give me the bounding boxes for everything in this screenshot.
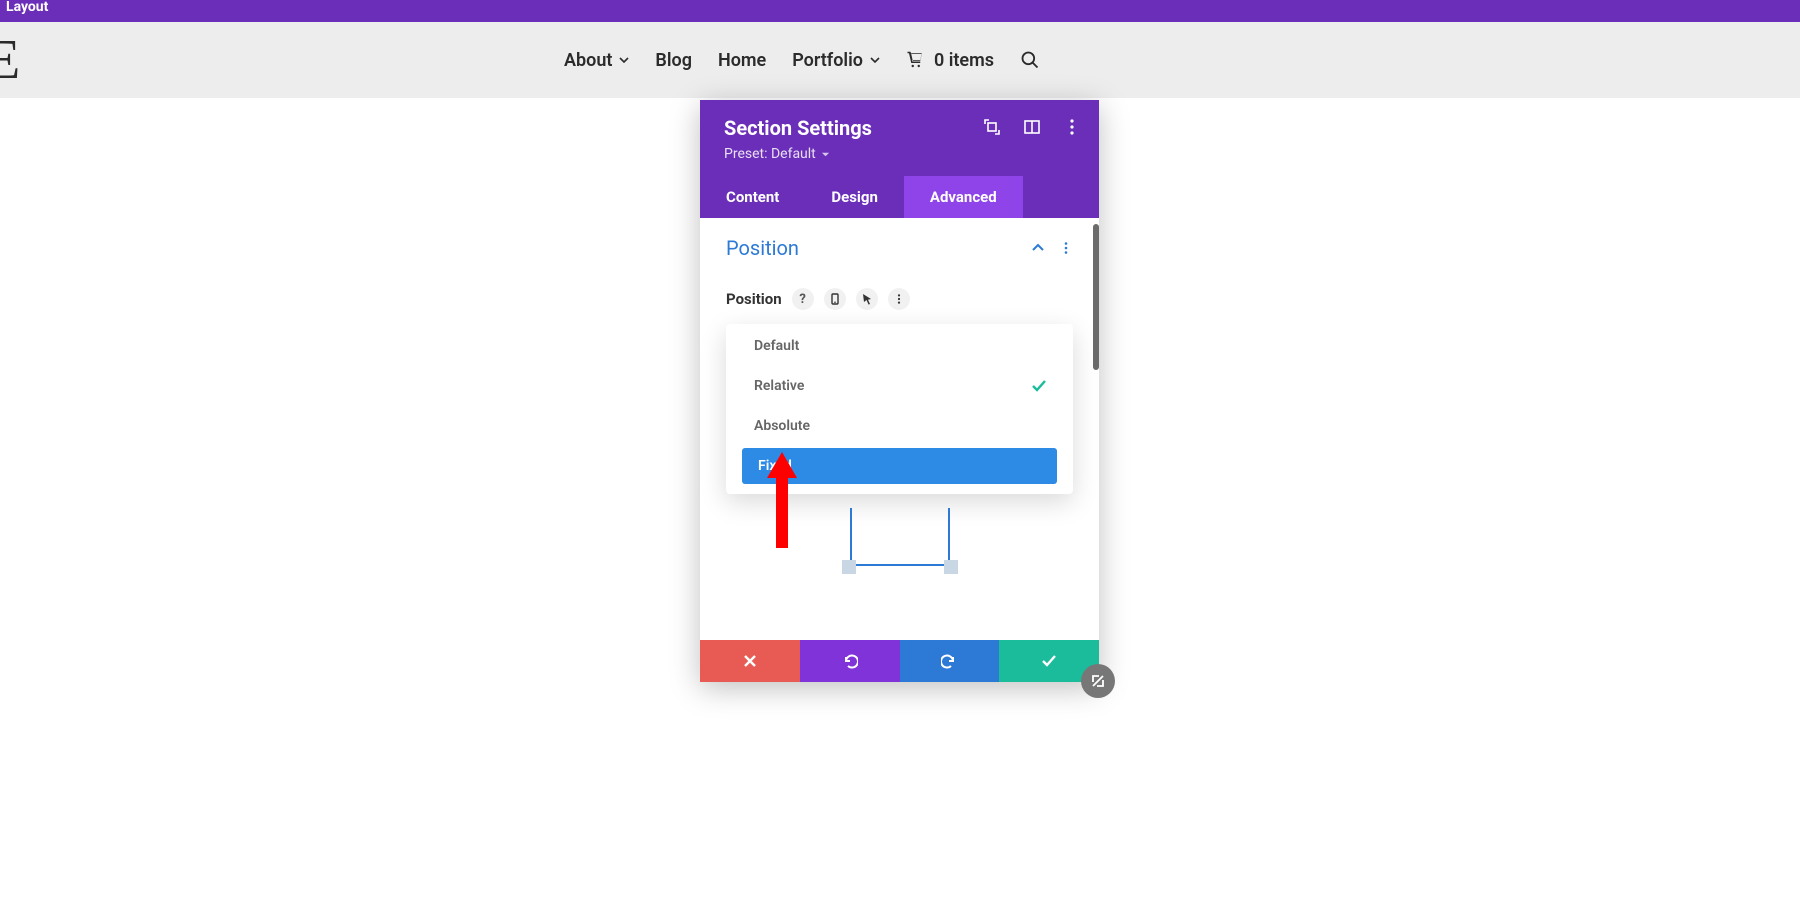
- close-icon: [742, 653, 758, 669]
- redo-icon: [941, 653, 957, 669]
- nav-label: Home: [718, 50, 766, 71]
- panel-body: Position Position ?: [700, 218, 1099, 640]
- check-icon: [1041, 653, 1057, 669]
- nav-item-about[interactable]: About: [564, 50, 629, 71]
- cart-count-label: 0 items: [934, 50, 994, 71]
- position-option-fixed[interactable]: Fixed: [742, 448, 1057, 484]
- panel-preset-selector[interactable]: Preset: Default: [724, 146, 1075, 162]
- redo-button[interactable]: [900, 640, 1000, 682]
- nav-item-cart[interactable]: 0 items: [906, 50, 994, 71]
- main-nav: About Blog Home Portfolio 0 items: [564, 50, 1040, 71]
- chevron-down-icon: [870, 55, 880, 65]
- expand-icon[interactable]: [983, 118, 1001, 136]
- preview-handle: [944, 560, 958, 574]
- nav-label: Portfolio: [792, 50, 863, 71]
- position-option-default[interactable]: Default: [738, 328, 1061, 364]
- builder-top-bar: Layout: [0, 0, 1800, 22]
- resize-icon: [1090, 673, 1106, 689]
- nav-item-blog[interactable]: Blog: [655, 50, 692, 71]
- more-vertical-icon[interactable]: [888, 288, 910, 310]
- help-icon[interactable]: ?: [792, 288, 814, 310]
- position-section-title: Position: [726, 236, 799, 260]
- caret-down-icon: [821, 150, 830, 159]
- check-icon: [1031, 378, 1047, 394]
- panel-header-actions: [983, 118, 1081, 136]
- panel-preset-label: Preset: Default: [724, 146, 816, 162]
- tab-advanced[interactable]: Advanced: [904, 176, 1023, 218]
- scrollbar-thumb[interactable]: [1093, 224, 1099, 370]
- tab-design[interactable]: Design: [805, 176, 904, 218]
- position-option-relative[interactable]: Relative: [738, 368, 1061, 404]
- position-option-row: Position ?: [726, 288, 1073, 310]
- position-preview: [842, 512, 958, 580]
- nav-search-button[interactable]: [1020, 50, 1040, 70]
- nav-item-home[interactable]: Home: [718, 50, 766, 71]
- undo-button[interactable]: [800, 640, 900, 682]
- chevron-up-icon: [1031, 241, 1045, 255]
- tab-content[interactable]: Content: [700, 176, 805, 218]
- chevron-down-icon: [619, 55, 629, 65]
- preview-frame: [850, 508, 950, 566]
- cart-icon: [906, 51, 924, 69]
- more-vertical-icon[interactable]: [1059, 241, 1073, 255]
- position-option-absolute[interactable]: Absolute: [738, 408, 1061, 444]
- columns-icon[interactable]: [1023, 118, 1041, 136]
- preview-handle: [842, 560, 856, 574]
- site-menu-bar: E About Blog Home Portfolio 0 items: [0, 22, 1800, 98]
- undo-icon: [842, 653, 858, 669]
- nav-label: About: [564, 50, 612, 71]
- position-dropdown: Default Relative Absolute Fixed: [726, 324, 1073, 494]
- section-settings-panel: Section Settings Preset: Default Content…: [700, 100, 1099, 682]
- cursor-icon[interactable]: [856, 288, 878, 310]
- position-section-header[interactable]: Position: [726, 236, 1073, 260]
- panel-footer: [700, 640, 1099, 682]
- site-logo: E: [0, 32, 18, 88]
- panel-tabs: Content Design Advanced: [700, 176, 1099, 218]
- phone-icon[interactable]: [824, 288, 846, 310]
- dd-label: Relative: [754, 378, 804, 394]
- nav-item-portfolio[interactable]: Portfolio: [792, 50, 880, 71]
- cancel-button[interactable]: [700, 640, 800, 682]
- builder-top-bar-label: Layout: [6, 0, 48, 14]
- panel-header: Section Settings Preset: Default: [700, 100, 1099, 176]
- nav-label: Blog: [655, 50, 692, 71]
- tab-spacer: [1023, 176, 1099, 218]
- position-option-label: Position: [726, 290, 782, 308]
- more-vertical-icon[interactable]: [1063, 118, 1081, 136]
- search-icon: [1020, 50, 1040, 70]
- panel-resize-handle[interactable]: [1081, 664, 1115, 698]
